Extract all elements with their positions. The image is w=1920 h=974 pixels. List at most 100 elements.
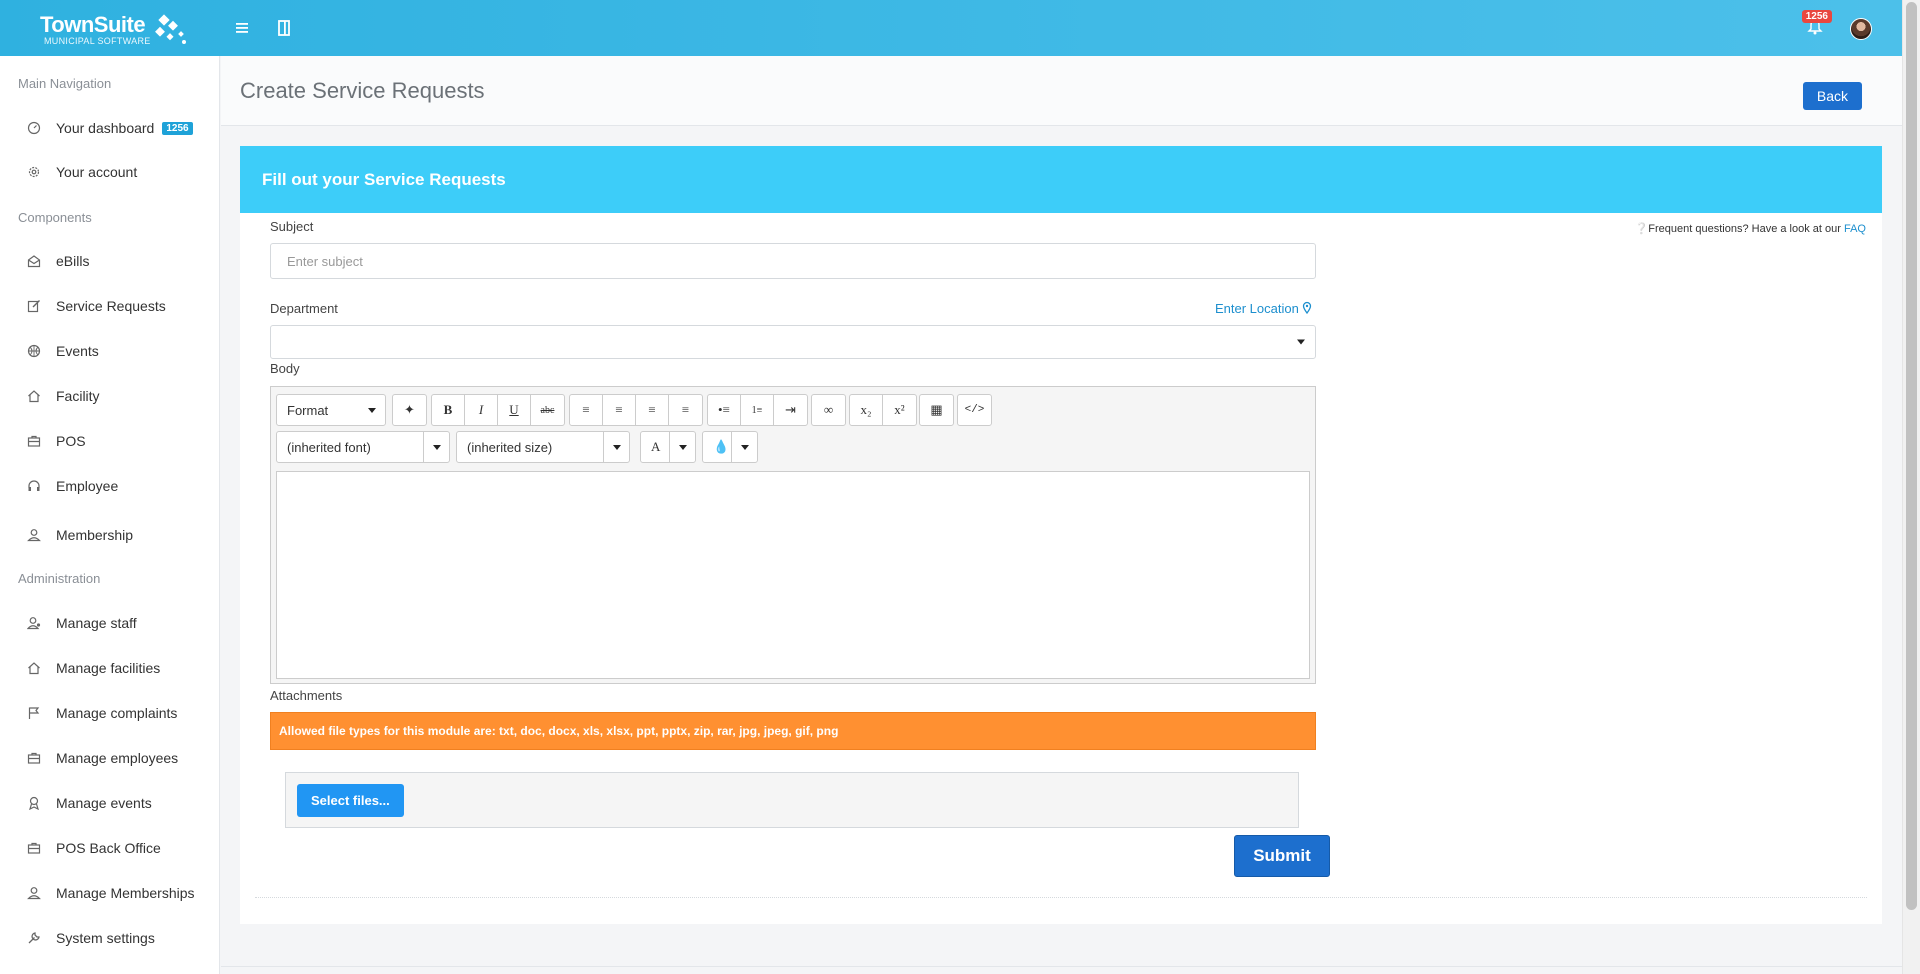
user-badge-icon (26, 615, 42, 631)
sidebar-item-ebills[interactable]: eBills (26, 249, 216, 273)
font-size-label: (inherited size) (467, 439, 553, 455)
editor-content-area[interactable] (276, 471, 1310, 679)
script-group: x₂ x² (849, 394, 917, 426)
faq-link[interactable]: FAQ (1844, 223, 1866, 235)
sidebar-item-manage-staff[interactable]: Manage staff (26, 611, 216, 635)
back-button[interactable]: Back (1802, 82, 1862, 110)
sidebar-item-manage-memberships[interactable]: Manage Memberships (26, 881, 216, 905)
sidebar-item-dashboard[interactable]: Your dashboard 1256 (26, 116, 216, 140)
sidebar-item-account[interactable]: Your account (26, 160, 216, 184)
align-justify-icon[interactable]: ≡ (669, 395, 702, 425)
sidebar-item-manage-events[interactable]: Manage events (26, 791, 216, 815)
sidebar-item-membership[interactable]: Membership (26, 523, 216, 547)
indent-icon[interactable]: ⇥ (774, 395, 807, 425)
format-dropdown[interactable]: Format (276, 394, 386, 426)
sidebar-item-label: Your account (56, 164, 138, 180)
sidebar-section-administration: Administration (18, 571, 101, 586)
font-family-dropdown[interactable]: (inherited font) (276, 431, 450, 463)
submit-button[interactable]: Submit (1234, 835, 1330, 877)
superscript-icon[interactable]: x² (883, 395, 916, 425)
sidebar-item-system-settings[interactable]: System settings (26, 926, 216, 950)
underline-icon[interactable]: U (498, 395, 531, 425)
sidebar-item-label: Facility (56, 388, 100, 404)
sidebar-section-main: Main Navigation (18, 76, 112, 91)
chevron-down-icon (423, 432, 449, 462)
bullet-list-icon[interactable]: •≡ (708, 395, 741, 425)
background-color-dropdown[interactable]: 💧 (702, 431, 758, 463)
sidebar-item-events[interactable]: Events (26, 339, 216, 363)
align-center-icon[interactable]: ≡ (603, 395, 636, 425)
table-group: ▦ (919, 394, 954, 426)
font-size-dropdown[interactable]: (inherited size) (456, 431, 630, 463)
link-icon[interactable]: ∞ (812, 395, 845, 425)
numbered-list-icon[interactable]: 1≡ (741, 395, 774, 425)
map-pin-icon (1303, 301, 1312, 315)
page-title: Create Service Requests (240, 78, 485, 103)
sidebar-item-service-requests[interactable]: Service Requests (26, 294, 216, 318)
italic-icon[interactable]: I (465, 395, 498, 425)
sidebar-item-label: Manage facilities (56, 660, 161, 676)
sidebar-item-label: Manage events (56, 795, 152, 811)
department-select[interactable] (270, 325, 1316, 359)
user-avatar[interactable] (1850, 18, 1872, 40)
sidebar-item-employee[interactable]: Employee (26, 474, 216, 498)
question-circle-icon: ❔ (1634, 223, 1649, 235)
code-group: </> (957, 394, 992, 426)
code-view-icon[interactable]: </> (958, 395, 991, 425)
divider (255, 897, 1867, 898)
sidebar-item-label: Employee (56, 478, 119, 494)
chevron-down-icon (603, 432, 629, 462)
sidebar-item-manage-facilities[interactable]: Manage facilities (26, 656, 216, 680)
department-label: Department (270, 301, 338, 316)
page-scrollbar[interactable] (1902, 0, 1920, 974)
bold-icon[interactable]: B (432, 395, 465, 425)
sidebar-item-manage-complaints[interactable]: Manage complaints (26, 701, 216, 725)
text-color-dropdown[interactable]: A (640, 431, 696, 463)
page-header: Create Service Requests Back (221, 56, 1902, 126)
subject-placeholder: Enter subject (287, 253, 363, 269)
enter-location-link[interactable]: Enter Location (1215, 301, 1312, 316)
align-left-icon[interactable]: ≡ (570, 395, 603, 425)
font-family-label: (inherited font) (287, 439, 371, 455)
notification-badge: 1256 (1801, 10, 1832, 23)
user-icon (26, 527, 42, 543)
chevron-down-icon (731, 432, 757, 462)
chevron-down-icon (359, 395, 385, 425)
hamburger-menu-icon[interactable] (230, 16, 254, 40)
award-icon (26, 795, 42, 811)
clean-format-icon[interactable]: ✦ (393, 395, 426, 425)
logo-mark-icon (155, 14, 186, 44)
basketball-icon (26, 343, 42, 359)
footer-strip (221, 966, 1902, 974)
panel-title: Fill out your Service Requests (262, 170, 506, 189)
service-request-panel: Fill out your Service Requests Subject ❔… (240, 146, 1882, 924)
select-files-button[interactable]: Select files... (297, 784, 404, 817)
sidebar: Main Navigation Your dashboard 1256 Your… (0, 56, 220, 974)
strikethrough-icon[interactable]: abc (531, 395, 564, 425)
gear-icon (26, 164, 42, 180)
sidebar-item-pos[interactable]: POS (26, 429, 216, 453)
sidebar-item-pos-back-office[interactable]: POS Back Office (26, 836, 216, 860)
enter-location-label: Enter Location (1215, 301, 1299, 316)
sidebar-item-label: Manage complaints (56, 705, 178, 721)
sidebar-toggle-icon[interactable] (272, 16, 296, 40)
sidebar-item-label: Membership (56, 527, 134, 543)
sidebar-item-label: Service Requests (56, 298, 166, 314)
table-icon[interactable]: ▦ (920, 395, 953, 425)
align-right-icon[interactable]: ≡ (636, 395, 669, 425)
home-icon (26, 388, 42, 404)
sidebar-item-label: POS Back Office (56, 840, 161, 856)
droplet-icon: 💧 (713, 439, 730, 454)
briefcase-icon (26, 840, 42, 856)
sidebar-item-label: Events (56, 343, 99, 359)
subscript-icon[interactable]: x₂ (850, 395, 883, 425)
top-bar: TownSuite MUNICIPAL SOFTWARE 1256 (0, 0, 1902, 56)
subject-input[interactable]: Enter subject (270, 243, 1316, 279)
scrollbar-thumb[interactable] (1906, 2, 1917, 910)
townsuite-logo[interactable]: TownSuite MUNICIPAL SOFTWARE (40, 12, 186, 46)
sidebar-item-manage-employees[interactable]: Manage employees (26, 746, 216, 770)
dashboard-badge: 1256 (162, 121, 193, 135)
text-style-group: B I U abc (431, 394, 565, 426)
file-upload-dropzone[interactable]: Select files... (285, 772, 1299, 828)
sidebar-item-facility[interactable]: Facility (26, 384, 216, 408)
